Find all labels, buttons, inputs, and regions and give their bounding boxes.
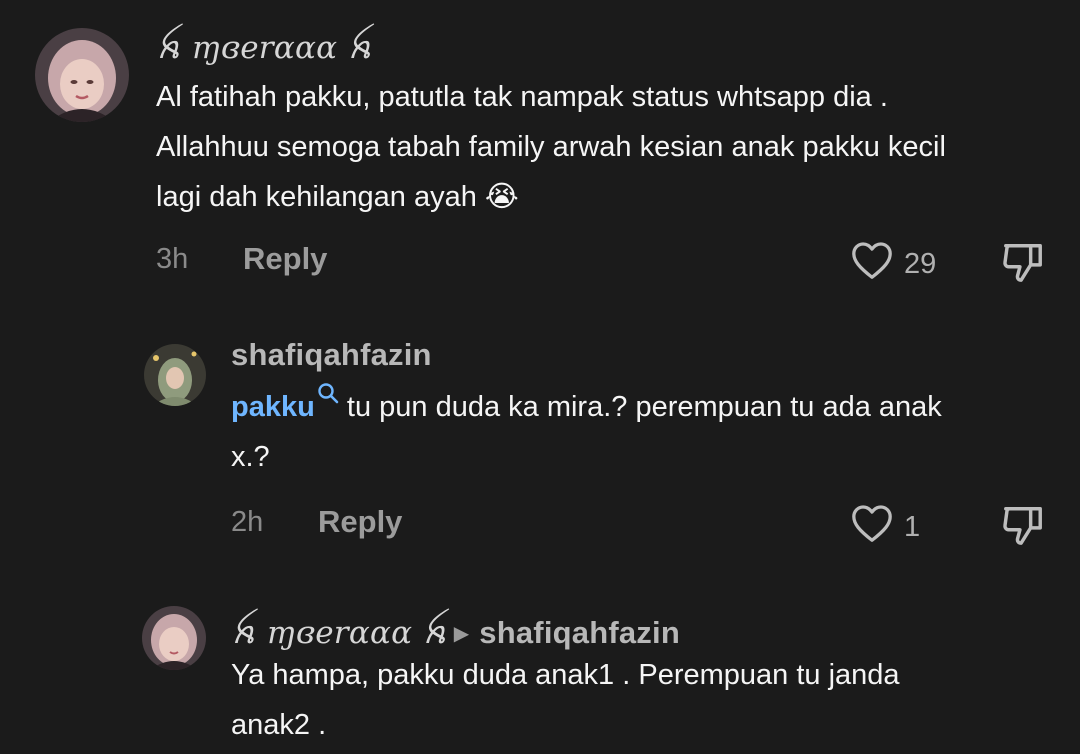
like-button[interactable]: 1 [850,503,920,551]
avatar[interactable] [35,28,129,122]
comment-text: pakku tu pun duda ka mira.? perempuan tu… [231,382,1051,482]
timestamp: 2h [231,506,264,538]
like-count: 1 [904,510,921,543]
reply-button[interactable]: Reply [243,241,327,277]
comment-text: Ya hampa, pakku duda anak1 . Perempuan t… [231,659,900,741]
thumb-down-icon [1000,244,1046,288]
timestamp: 3h [156,243,189,275]
reply-button[interactable]: Reply [318,504,402,540]
triangle-right-icon: ▶ [453,623,470,645]
like-button[interactable]: 29 [850,240,936,288]
dislike-button[interactable] [1000,240,1046,289]
search-icon [317,370,339,420]
thumb-down-icon [1000,507,1046,551]
reply-to-username[interactable]: shafiqahfazin [479,615,680,650]
dislike-button[interactable] [1000,503,1046,552]
avatar[interactable] [142,606,206,670]
heart-outline-icon [850,240,894,288]
mention-link[interactable]: pakku [231,383,339,423]
username[interactable]: shafiqahfazin [231,337,432,373]
like-count: 29 [904,247,937,280]
avatar[interactable] [144,344,206,406]
heart-outline-icon [850,503,894,551]
comment-text: Al fatihah pakku, patutla tak nampak sta… [156,81,946,213]
